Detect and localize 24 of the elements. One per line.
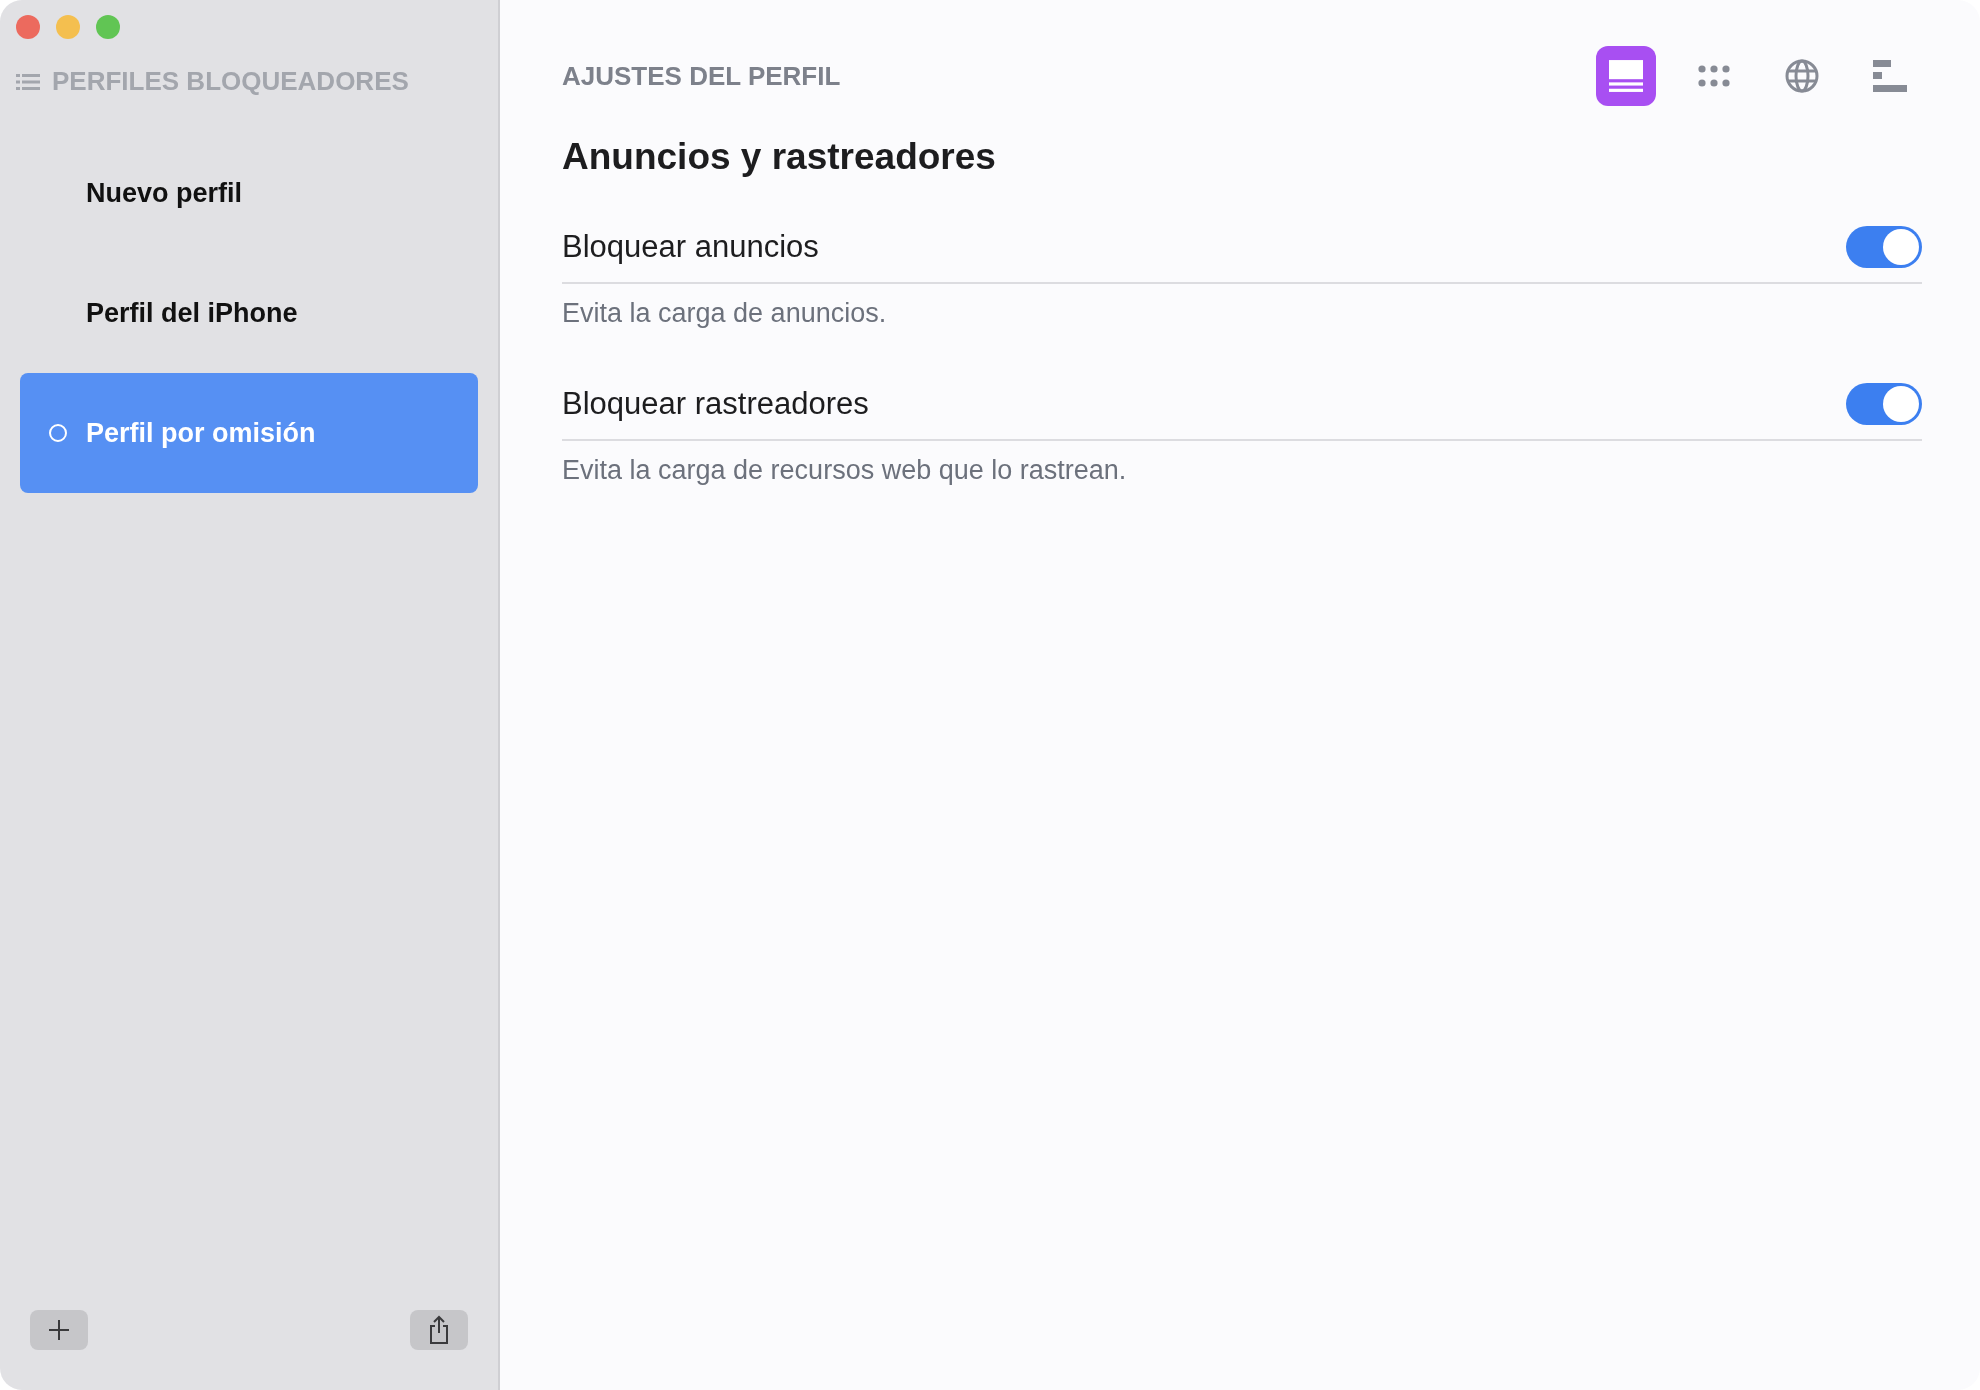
setting-description: Evita la carga de recursos web que lo rastrean.: [562, 455, 1128, 486]
setting-description: Evita la carga de anuncios.: [562, 298, 888, 329]
setting-label: Bloquear rastreadores: [562, 386, 869, 422]
toggle-switch[interactable]: [1846, 383, 1922, 425]
share-icon: [428, 1315, 450, 1345]
sidebar-title: PERFILES BLOQUEADORES: [52, 66, 409, 97]
zoom-button[interactable]: [96, 15, 120, 39]
add-button[interactable]: [30, 1310, 88, 1350]
dots-icon: [1698, 65, 1730, 87]
bars-icon: [1873, 59, 1907, 93]
section-header: AJUSTES DEL PERFIL: [562, 60, 841, 92]
plus-icon: [48, 1319, 70, 1341]
circle-icon: [49, 424, 67, 442]
page-title: Anuncios y rastreadores: [562, 136, 997, 178]
profile-item[interactable]: Perfil del iPhone: [20, 253, 478, 373]
list-icon: [16, 73, 40, 90]
layout-tool-button[interactable]: [1596, 46, 1656, 106]
profile-item[interactable]: Nuevo perfil: [20, 133, 478, 253]
globe-icon: [1785, 59, 1819, 93]
card-icon: [1609, 59, 1643, 93]
toggle-switch[interactable]: [1846, 226, 1922, 268]
close-button[interactable]: [16, 15, 40, 39]
setting-label: Bloquear anuncios: [562, 229, 819, 265]
share-button[interactable]: [410, 1310, 468, 1350]
